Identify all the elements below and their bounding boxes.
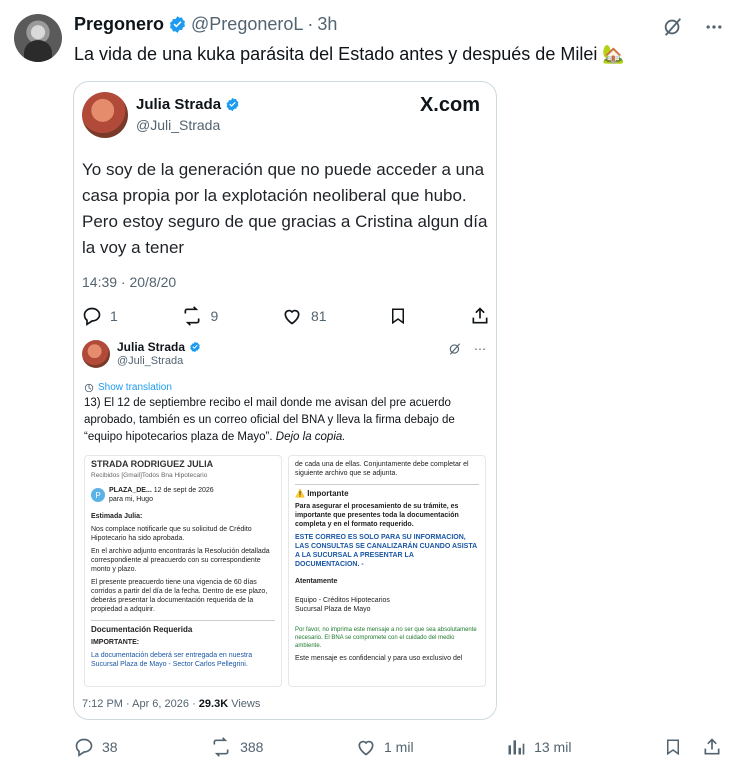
email-greeting: Estimada Julia:	[91, 513, 143, 520]
email-sender: PLAZA_DE...	[109, 487, 152, 494]
grok-icon[interactable]	[662, 16, 684, 38]
reply-icon	[83, 307, 101, 326]
author-avatar[interactable]	[14, 14, 62, 62]
inner-timestamp: 7:12 PM · Apr 6, 2026 ·	[82, 698, 196, 710]
views-count: 13 mil	[534, 739, 572, 755]
verified-badge-icon	[226, 97, 239, 112]
email-sig1: Equipo - Créditos Hipotecarios	[295, 597, 390, 604]
share-icon	[472, 307, 488, 324]
verified-badge-icon	[170, 16, 186, 33]
inner-text-italic: Dejo la copia.	[275, 431, 346, 443]
media-card[interactable]: Julia Strada @Juli_Strada X.com Yo soy d…	[73, 81, 497, 720]
email-p1: Nos complace notificarle que su solicitu…	[91, 526, 252, 542]
repost-icon	[184, 306, 199, 326]
email-important-text: Importante	[307, 489, 349, 498]
post-action-right	[664, 737, 722, 757]
email-section-title: Documentación Requerida	[91, 620, 275, 634]
email-p4: La documentación deberá ser entregada en…	[91, 652, 253, 668]
quote-author-row: Julia Strada	[136, 96, 240, 113]
reply-icon	[75, 738, 93, 757]
email-subject: STRADA RODRIGUEZ JULIA	[91, 459, 214, 469]
email-r-p2: Para asegurar el procesamiento de su trá…	[295, 503, 459, 528]
post-text: La vida de una kuka parásita del Estado …	[74, 44, 625, 64]
inner-post-text: 13) El 12 de septiembre recibo el mail d…	[84, 395, 484, 446]
quote-text: Yo soy de la generación que no puede acc…	[82, 160, 488, 257]
email-p3: El presente preacuerdo tiene una vigenci…	[91, 579, 268, 613]
author-name[interactable]: Pregonero	[74, 14, 164, 35]
quote-repost: 9	[181, 306, 219, 326]
separator-dot: ·	[307, 14, 314, 34]
grok-icon	[449, 343, 461, 355]
like-count: 1 mil	[384, 739, 414, 755]
quote-actions: 1 9 81	[82, 306, 490, 326]
inner-author-row: Julia Strada	[117, 340, 201, 354]
email-regards: Atentamente	[295, 578, 338, 585]
post-top-actions	[662, 16, 724, 38]
verified-badge-icon	[190, 341, 200, 353]
more-options-icon[interactable]	[704, 17, 724, 37]
more-options-icon: ⋯	[474, 342, 486, 356]
email-sender-row: P PLAZA_DE... 12 de sept de 2026 para mi…	[91, 486, 275, 504]
repost-button[interactable]: 388	[210, 737, 263, 757]
email-p2: En el archivo adjunto encontrarás la Res…	[91, 548, 270, 573]
email-footer1: Por favor, no imprima este mensaje a no …	[295, 627, 477, 649]
reply-button[interactable]: 38	[74, 737, 118, 757]
post-header: Pregonero @PregoneroL · 3h	[74, 14, 337, 35]
inner-text-main: 13) El 12 de septiembre recibo el mail d…	[84, 397, 455, 443]
x-logo: X.com	[419, 94, 480, 116]
sender-avatar: P	[91, 488, 105, 502]
quote-reply-count: 1	[110, 308, 118, 324]
post-time[interactable]: 3h	[317, 14, 337, 35]
inner-timestamp-views: 7:12 PM · Apr 6, 2026 · 29.3K Views	[82, 698, 260, 710]
quote-like-count: 81	[311, 308, 327, 324]
bookmark-icon	[392, 308, 405, 325]
quote-like: 81	[281, 306, 327, 326]
email-sig2: Sucursal Plaza de Mayo	[295, 606, 371, 613]
show-translation-link: Show translation	[84, 382, 172, 393]
email-r-p1: de cada una de ellas. Conjuntamente debe…	[295, 461, 469, 477]
share-icon[interactable]	[702, 737, 722, 757]
post-action-bar: 38 388 1 mil 13 mil	[74, 737, 722, 757]
reply-count: 38	[102, 739, 118, 755]
email-important-label: IMPORTANTE:	[91, 639, 140, 646]
email-footer2: Este mensaje es confidencial y para uso …	[295, 655, 463, 662]
quote-avatar	[82, 92, 128, 138]
translate-icon	[84, 383, 94, 392]
email-right: de cada una de ellas. Conjuntamente debe…	[288, 455, 486, 687]
email-important-title: ⚠️ Importante	[295, 484, 479, 498]
inner-author-name: Julia Strada	[117, 340, 186, 354]
quote-date: 14:39 · 20/8/20	[82, 274, 177, 290]
email-left: STRADA RODRIGUEZ JULIA Recibidos [Gmail]…	[84, 455, 282, 687]
email-tags: Recibidos [Gmail]Todos Bna Hipotecario	[91, 472, 208, 479]
analytics-icon	[508, 740, 525, 755]
email-notice: ESTE CORREO ES SOLO PARA SU INFORMACION,…	[295, 534, 477, 568]
bookmark-icon[interactable]	[664, 737, 682, 757]
heart-icon	[358, 740, 374, 756]
repost-count: 388	[240, 739, 264, 755]
email-sent-date: 12 de sept de 2026	[153, 487, 214, 494]
show-translation-label: Show translation	[98, 382, 172, 393]
inner-views-label: Views	[231, 698, 261, 710]
email-screenshots: STRADA RODRIGUEZ JULIA Recibidos [Gmail]…	[84, 455, 486, 687]
views-button[interactable]: 13 mil	[506, 737, 571, 757]
like-button[interactable]: 1 mil	[356, 737, 414, 757]
author-handle[interactable]: @PregoneroL	[191, 14, 303, 35]
heart-icon	[284, 309, 300, 325]
email-to: para mi, Hugo	[109, 496, 153, 503]
inner-top-icons: ⋯	[448, 342, 486, 356]
quote-reply: 1	[82, 306, 118, 326]
inner-avatar	[82, 340, 110, 368]
quote-repost-count: 9	[210, 308, 219, 324]
quote-author-handle: @Juli_Strada	[136, 117, 221, 133]
repost-icon	[213, 737, 229, 757]
inner-views-count: 29.3K	[198, 698, 229, 710]
quote-author-name: Julia Strada	[136, 96, 222, 113]
inner-author-handle: @Juli_Strada	[117, 355, 184, 367]
